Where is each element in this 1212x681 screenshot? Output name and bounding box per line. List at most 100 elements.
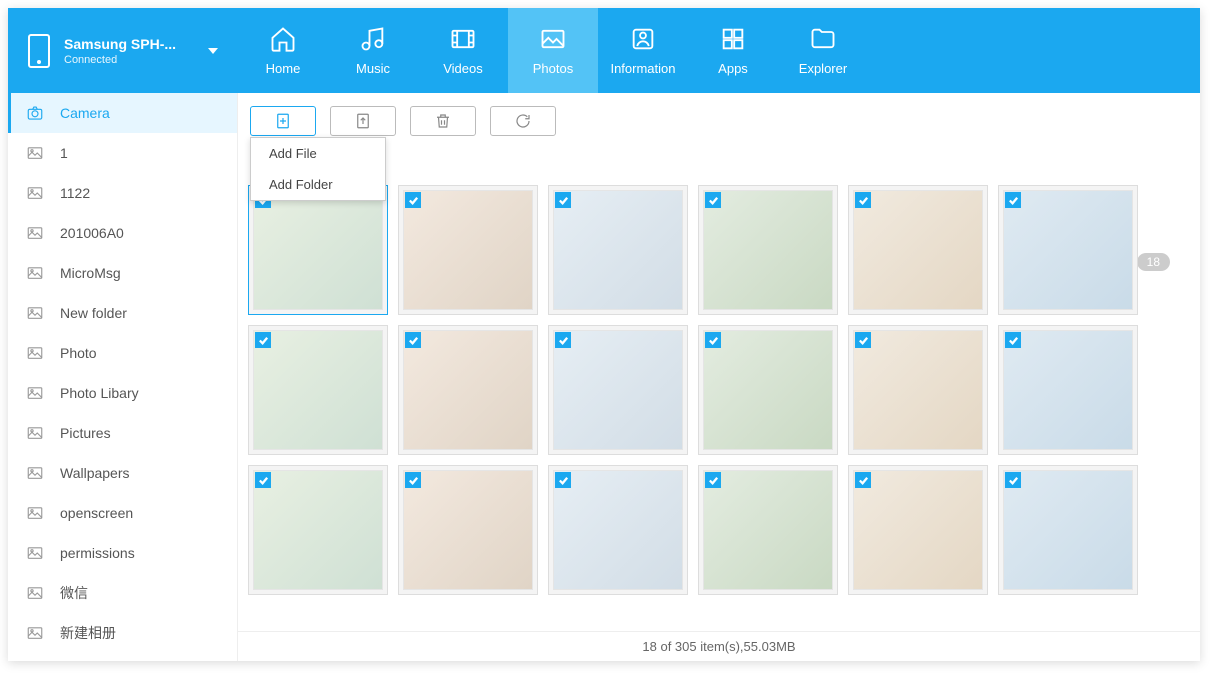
sidebar-item-label: Pictures bbox=[60, 425, 111, 441]
photo-thumb[interactable] bbox=[848, 465, 988, 595]
sidebar-item-0[interactable]: Camera bbox=[8, 93, 237, 133]
music-icon bbox=[359, 25, 387, 53]
device-selector[interactable]: Samsung SPH-... Connected bbox=[8, 8, 238, 93]
nav-label: Apps bbox=[718, 61, 748, 76]
nav-label: Music bbox=[356, 61, 390, 76]
sidebar-item-label: permissions bbox=[60, 545, 135, 561]
image-icon bbox=[26, 226, 44, 240]
checkmark-icon bbox=[1005, 472, 1021, 488]
sidebar-item-label: 新建相册 bbox=[60, 623, 116, 643]
image-icon bbox=[26, 506, 44, 520]
nav-music[interactable]: Music bbox=[328, 8, 418, 93]
main-content: Add File Add Folder 18 18 of 305 item(s)… bbox=[238, 93, 1200, 661]
nav-videos[interactable]: Videos bbox=[418, 8, 508, 93]
phone-icon bbox=[28, 34, 50, 68]
photo-thumb[interactable] bbox=[248, 465, 388, 595]
video-icon bbox=[449, 25, 477, 53]
info-icon bbox=[629, 25, 657, 53]
photo-thumb[interactable] bbox=[698, 325, 838, 455]
checkmark-icon bbox=[405, 472, 421, 488]
photo-thumb[interactable] bbox=[248, 325, 388, 455]
sidebar-item-5[interactable]: New folder bbox=[8, 293, 237, 333]
photo-thumb[interactable] bbox=[548, 185, 688, 315]
sidebar-item-label: New folder bbox=[60, 305, 127, 321]
sidebar-item-12[interactable]: 微信 bbox=[8, 573, 237, 613]
photo-thumb[interactable] bbox=[398, 325, 538, 455]
photo-thumb[interactable] bbox=[398, 185, 538, 315]
sidebar-item-1[interactable]: 1 bbox=[8, 133, 237, 173]
photo-thumb[interactable] bbox=[248, 185, 388, 315]
delete-button[interactable] bbox=[410, 106, 476, 136]
add-file-item[interactable]: Add File bbox=[251, 138, 385, 169]
checkmark-icon bbox=[705, 472, 721, 488]
nav-photos[interactable]: Photos bbox=[508, 8, 598, 93]
image-icon bbox=[26, 346, 44, 360]
sidebar-item-6[interactable]: Photo bbox=[8, 333, 237, 373]
sidebar-item-11[interactable]: permissions bbox=[8, 533, 237, 573]
sidebar-item-4[interactable]: MicroMsg bbox=[8, 253, 237, 293]
photo-grid bbox=[248, 185, 1190, 595]
sidebar-item-label: Wallpapers bbox=[60, 465, 130, 481]
nav-apps[interactable]: Apps bbox=[688, 8, 778, 93]
image-icon bbox=[26, 426, 44, 440]
photo-image bbox=[553, 470, 683, 590]
photo-thumb[interactable] bbox=[698, 185, 838, 315]
sidebar-item-label: 1 bbox=[60, 145, 68, 161]
checkmark-icon bbox=[855, 472, 871, 488]
camera-icon bbox=[26, 106, 44, 120]
image-icon bbox=[26, 146, 44, 160]
nav-label: Home bbox=[266, 61, 301, 76]
sidebar-item-label: Photo Libary bbox=[60, 385, 139, 401]
photo-thumb[interactable] bbox=[548, 465, 688, 595]
header: Samsung SPH-... Connected Home Music Vid… bbox=[8, 8, 1200, 93]
sidebar-item-2[interactable]: 1122 bbox=[8, 173, 237, 213]
photo-thumb[interactable] bbox=[698, 465, 838, 595]
sidebar-item-label: Camera bbox=[60, 105, 110, 121]
checkmark-icon bbox=[1005, 192, 1021, 208]
photo-thumb[interactable] bbox=[998, 185, 1138, 315]
sidebar-item-7[interactable]: Photo Libary bbox=[8, 373, 237, 413]
checkmark-icon bbox=[405, 332, 421, 348]
add-dropdown: Add File Add Folder bbox=[250, 137, 386, 201]
photo-thumb[interactable] bbox=[548, 325, 688, 455]
device-name: Samsung SPH-... bbox=[64, 36, 176, 52]
photo-thumb[interactable] bbox=[998, 465, 1138, 595]
photo-image bbox=[853, 330, 983, 450]
export-button[interactable] bbox=[330, 106, 396, 136]
refresh-button[interactable] bbox=[490, 106, 556, 136]
folder-icon bbox=[809, 25, 837, 53]
checkmark-icon bbox=[255, 332, 271, 348]
checkmark-icon bbox=[555, 472, 571, 488]
apps-icon bbox=[719, 25, 747, 53]
checkmark-icon bbox=[255, 472, 271, 488]
photo-image bbox=[853, 470, 983, 590]
sidebar: Camera 1 1122201006A0 MicroMsg New folder Pho… bbox=[8, 93, 238, 661]
add-folder-item[interactable]: Add Folder bbox=[251, 169, 385, 200]
nav-label: Photos bbox=[533, 61, 573, 76]
photo-image bbox=[403, 190, 533, 310]
home-icon bbox=[269, 25, 297, 53]
photo-thumb[interactable] bbox=[998, 325, 1138, 455]
nav-label: Videos bbox=[443, 61, 483, 76]
sidebar-item-3[interactable]: 201006A0 bbox=[8, 213, 237, 253]
image-icon bbox=[26, 626, 44, 640]
nav-home[interactable]: Home bbox=[238, 8, 328, 93]
sidebar-item-10[interactable]: openscreen bbox=[8, 493, 237, 533]
nav-explorer[interactable]: Explorer bbox=[778, 8, 868, 93]
checkmark-icon bbox=[705, 192, 721, 208]
photo-icon bbox=[539, 25, 567, 53]
photo-thumb[interactable] bbox=[398, 465, 538, 595]
sidebar-item-label: 微信 bbox=[60, 583, 88, 603]
photo-image bbox=[253, 190, 383, 310]
photo-thumb[interactable] bbox=[848, 325, 988, 455]
image-icon bbox=[26, 186, 44, 200]
sidebar-item-8[interactable]: Pictures bbox=[8, 413, 237, 453]
add-button[interactable] bbox=[250, 106, 316, 136]
chevron-down-icon bbox=[208, 48, 218, 54]
sidebar-item-9[interactable]: Wallpapers bbox=[8, 453, 237, 493]
sidebar-item-label: MicroMsg bbox=[60, 265, 121, 281]
photo-thumb[interactable] bbox=[848, 185, 988, 315]
nav-information[interactable]: Information bbox=[598, 8, 688, 93]
sidebar-item-13[interactable]: 新建相册 bbox=[8, 613, 237, 653]
checkmark-icon bbox=[405, 192, 421, 208]
